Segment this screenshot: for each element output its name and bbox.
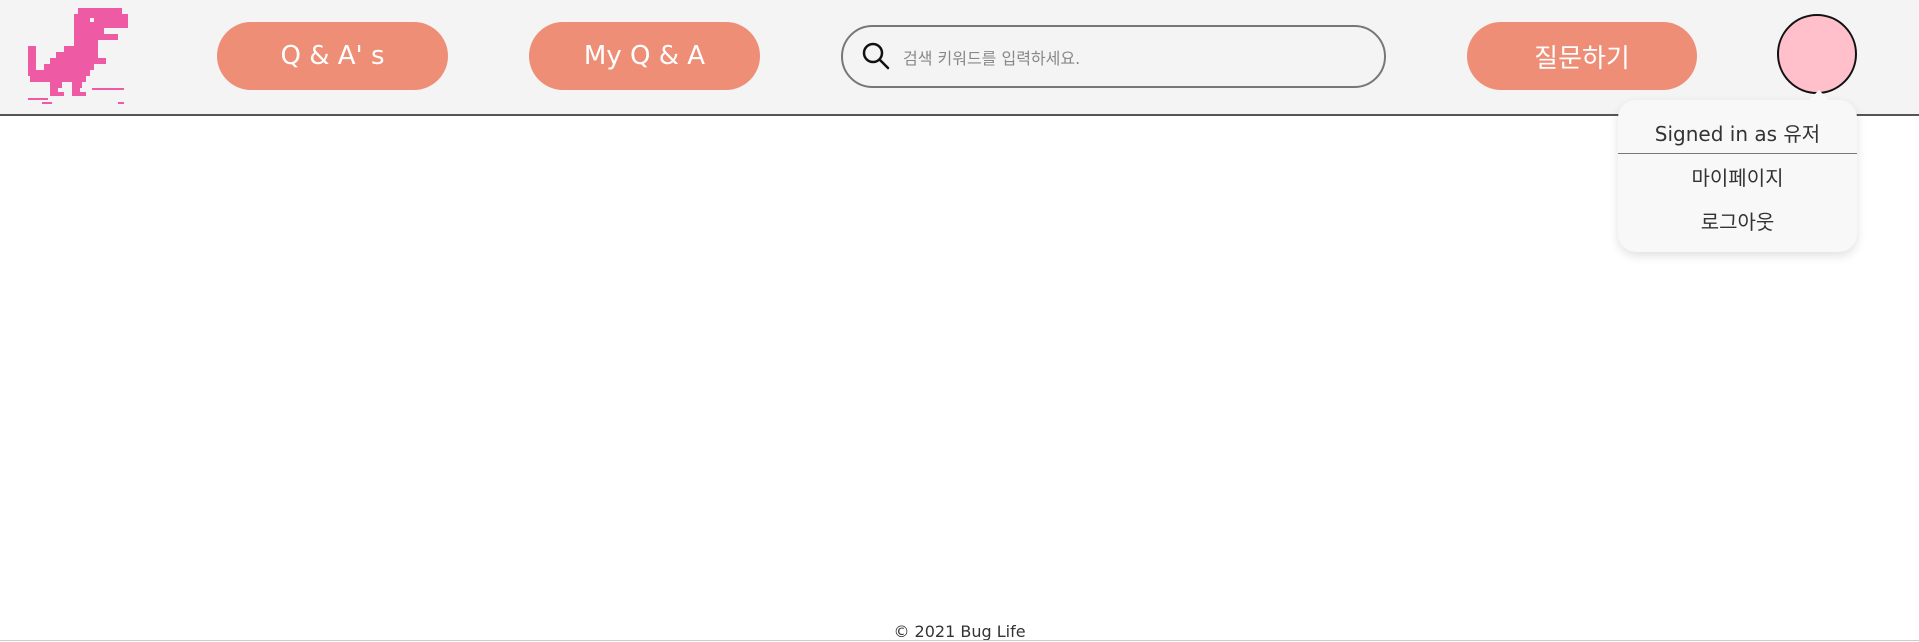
dropdown-divider xyxy=(1618,153,1857,154)
my-qa-nav-button[interactable]: My Q & A xyxy=(529,22,760,90)
search-icon[interactable] xyxy=(861,41,891,71)
signed-in-text: Signed in as 유저 xyxy=(1654,122,1821,146)
ask-question-button[interactable]: 질문하기 xyxy=(1467,22,1697,90)
dropdown-caret xyxy=(1809,90,1829,100)
user-avatar[interactable] xyxy=(1777,14,1857,94)
footer-copyright: © 2021 Bug Life xyxy=(893,622,1026,641)
search-bar[interactable] xyxy=(841,25,1386,88)
header: Q & A' s My Q & A 질문하기 xyxy=(0,0,1919,116)
user-dropdown-menu: Signed in as 유저 마이페이지 로그아웃 xyxy=(1618,90,1857,252)
menu-item-logout[interactable]: 로그아웃 xyxy=(1618,206,1857,235)
search-input[interactable] xyxy=(901,37,1365,79)
qas-nav-button[interactable]: Q & A' s xyxy=(217,22,448,90)
page: Q & A' s My Q & A 질문하기 Signed in as 유저 마… xyxy=(0,0,1919,642)
menu-item-mypage[interactable]: 마이페이지 xyxy=(1618,162,1857,191)
footer-divider xyxy=(0,640,1919,641)
dinosaur-logo-icon[interactable] xyxy=(28,8,128,106)
